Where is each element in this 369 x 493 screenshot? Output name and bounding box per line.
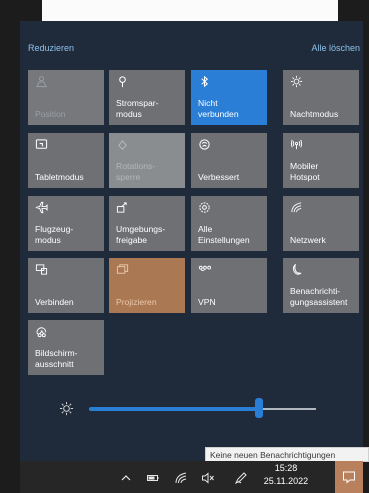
hotspot-icon xyxy=(290,138,304,152)
taskbar-clock[interactable]: 15:28 25.11.2022 xyxy=(262,462,310,488)
tile-bluetooth[interactable]: Nicht verbunden xyxy=(191,70,267,125)
tile-label: Benachrichti- gungsassistent xyxy=(290,286,348,307)
tile-label: Verbinden xyxy=(35,297,74,307)
screen-snip-icon xyxy=(35,325,49,339)
taskbar xyxy=(20,461,363,493)
tile-tablet-mode[interactable]: Tabletmodus xyxy=(28,133,104,188)
tile-all-settings[interactable]: Alle Einstellungen xyxy=(191,196,267,251)
tile-vpn[interactable]: VPN xyxy=(191,258,267,313)
tile-mobile-hotspot[interactable]: Mobiler Hotspot xyxy=(283,133,359,188)
tile-screen-snip[interactable]: Bildschirm- ausschnitt xyxy=(28,320,104,375)
tile-label: Nicht verbunden xyxy=(198,98,239,119)
tile-label: Flugzeug- modus xyxy=(35,224,74,245)
brightness-slider-thumb[interactable] xyxy=(255,398,264,418)
settings-gear-icon xyxy=(198,201,212,215)
nearby-sharing-icon xyxy=(116,201,130,215)
battery-saver-icon xyxy=(116,75,130,89)
brightness-icon xyxy=(290,75,304,89)
rotation-lock-icon xyxy=(116,138,130,152)
tile-label: Mobiler Hotspot xyxy=(290,161,320,182)
tile-label: Stromspar- modus xyxy=(116,98,159,119)
notification-tooltip: Keine neuen Benachrichtigungen xyxy=(205,447,369,462)
tile-airplane-mode[interactable]: Flugzeug- modus xyxy=(28,196,104,251)
top-window-strip xyxy=(42,0,338,21)
pen-icon[interactable] xyxy=(234,471,248,485)
tablet-mode-icon xyxy=(35,138,49,152)
tile-connect[interactable]: Verbinden xyxy=(28,258,104,313)
moon-icon xyxy=(290,263,304,277)
tile-label: Alle Einstellungen xyxy=(198,224,250,245)
tile-battery-saver[interactable]: Stromspar- modus xyxy=(109,70,185,125)
brightness-slider-fill xyxy=(89,407,260,411)
battery-icon[interactable] xyxy=(146,471,160,485)
clock-date: 25.11.2022 xyxy=(263,476,309,486)
tile-label: Rotations- sperre xyxy=(116,161,156,182)
tile-label: Projizieren xyxy=(116,297,157,307)
tile-nearby-sharing[interactable]: Umgebungs- freigabe xyxy=(109,196,185,251)
tile-label: VPN xyxy=(198,297,216,307)
vpn-icon xyxy=(198,263,212,277)
chevron-up-icon[interactable] xyxy=(119,471,133,485)
clock-time: 15:28 xyxy=(274,463,298,473)
wifi-icon[interactable] xyxy=(174,471,188,485)
network-icon xyxy=(290,201,304,215)
notification-icon xyxy=(343,471,355,484)
tile-label: Tabletmodus xyxy=(35,172,84,182)
tile-label: Bildschirm- ausschnitt xyxy=(35,348,78,369)
collapse-button[interactable]: Reduzieren xyxy=(28,43,74,53)
bluetooth-icon xyxy=(198,75,212,89)
person-location-icon xyxy=(35,75,49,89)
tile-label: Umgebungs- freigabe xyxy=(116,224,166,245)
tile-label: Verbessert xyxy=(198,172,240,182)
action-center-button[interactable] xyxy=(335,461,363,493)
tile-focus-assistant[interactable]: Benachrichti- gungsassistent xyxy=(283,258,359,313)
tile-label: Nachtmodus xyxy=(290,109,339,119)
tile-position[interactable]: Position xyxy=(28,70,104,125)
airplane-icon xyxy=(35,201,49,215)
volume-mute-icon[interactable] xyxy=(201,471,215,485)
clear-all-button[interactable]: Alle löschen xyxy=(311,43,360,53)
project-icon xyxy=(116,263,130,277)
tile-label: Netzwerk xyxy=(290,235,326,245)
focus-assist-icon xyxy=(198,138,212,152)
tile-focus-assist[interactable]: Verbessert xyxy=(191,133,267,188)
tile-night-mode[interactable]: Nachtmodus xyxy=(283,70,359,125)
connect-icon xyxy=(35,263,49,277)
tile-project[interactable]: Projizieren xyxy=(109,258,185,313)
tile-rotation-lock[interactable]: Rotations- sperre xyxy=(109,133,185,188)
tile-label: Position xyxy=(35,109,66,119)
brightness-sun-icon xyxy=(59,401,74,416)
tile-network[interactable]: Netzwerk xyxy=(283,196,359,251)
